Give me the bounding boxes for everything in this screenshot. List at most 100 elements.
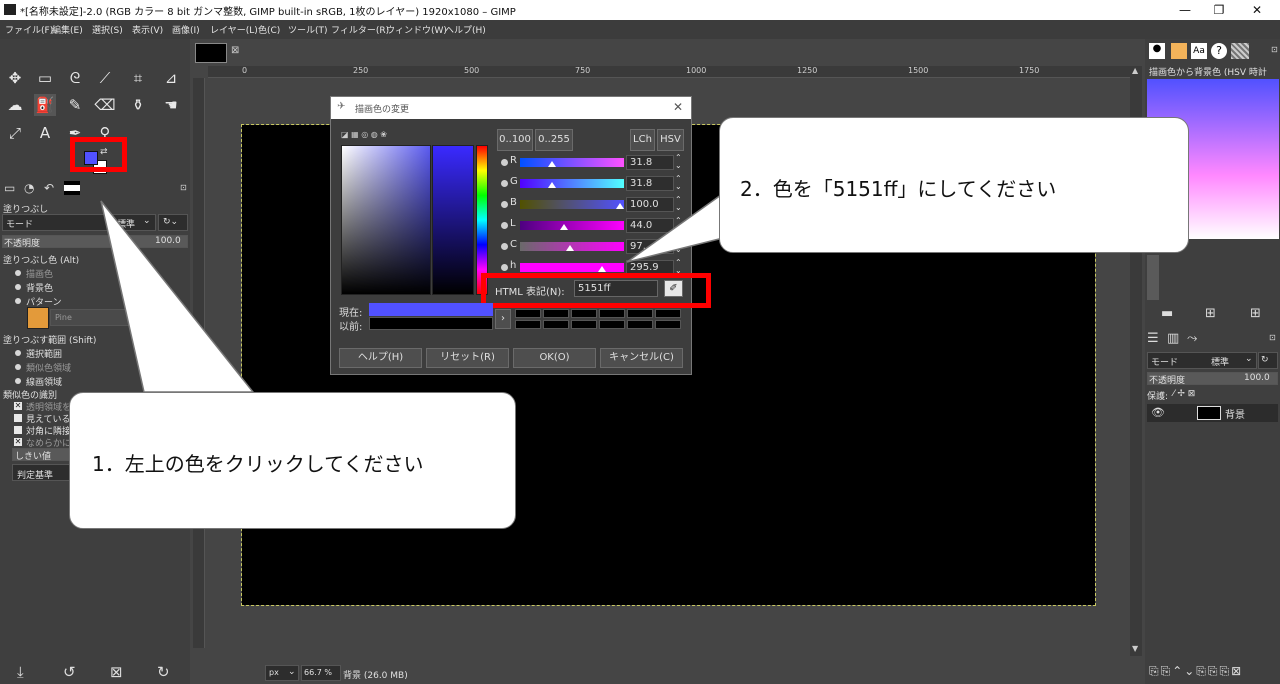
save-options-icon[interactable]: ⤓ — [17, 663, 24, 681]
help-tab-icon[interactable]: ? — [1211, 43, 1227, 59]
history-color-cell[interactable] — [627, 320, 653, 329]
lock-icons[interactable]: ⁄ ✢ ⊠ — [1173, 389, 1195, 399]
history-color-cell[interactable] — [543, 320, 569, 329]
range-0-100-button[interactable]: 0..100 — [497, 129, 533, 151]
slider-lightness-radio[interactable] — [501, 222, 508, 229]
images-tab-icon[interactable] — [64, 181, 80, 195]
range-0-255-button[interactable]: 0..255 — [535, 129, 573, 151]
device-status-tab-icon[interactable]: ◔ — [24, 181, 34, 195]
maximize-button[interactable]: ❐ — [1200, 0, 1238, 20]
tool-options-tab-icon[interactable]: ▭ — [4, 181, 15, 195]
radio-fill-bg[interactable] — [15, 284, 21, 290]
radio-fill-pattern[interactable] — [15, 298, 21, 304]
hsv-button[interactable]: HSV — [657, 129, 684, 151]
history-color-cell[interactable] — [515, 320, 541, 329]
slider-red-handle[interactable] — [548, 161, 556, 167]
lch-button[interactable]: LCh — [630, 129, 655, 151]
slider-red-radio[interactable] — [501, 159, 508, 166]
undo-history-tab-icon[interactable]: ↶ — [44, 181, 54, 195]
eye-icon[interactable]: 👁 — [1151, 406, 1165, 419]
layer-mode-reset-button[interactable]: ↻ — [1258, 352, 1278, 369]
slider-chroma-handle[interactable] — [566, 245, 574, 251]
add-to-history-button[interactable]: › — [495, 309, 511, 329]
gradient-scrollbar[interactable] — [1147, 255, 1159, 300]
paths-tool-icon[interactable]: ⤢ — [4, 122, 26, 144]
menu-help[interactable]: ヘルプ(H) — [445, 23, 486, 36]
menu-tools[interactable]: ツール(T) — [288, 23, 328, 36]
layer-row-background[interactable]: 👁 背景 — [1147, 404, 1278, 422]
reset-button[interactable]: リセット(R) — [426, 348, 509, 368]
slider-blue-radio[interactable] — [501, 201, 508, 208]
history-color-cell[interactable] — [599, 320, 625, 329]
slider-lightness-handle[interactable] — [560, 224, 568, 230]
eraser-tool-icon[interactable]: ⌫ — [94, 94, 116, 116]
checkbox-diagonal[interactable] — [14, 426, 22, 434]
restore-options-icon[interactable]: ↺ — [63, 663, 76, 681]
menu-windows[interactable]: ウィンドウ(W) — [386, 23, 447, 36]
pattern-preview[interactable] — [27, 307, 49, 329]
minimize-button[interactable]: — — [1166, 0, 1204, 20]
history-color-cell[interactable] — [543, 309, 569, 318]
dialog-close-icon[interactable]: ✕ — [673, 100, 683, 114]
image-tab-thumbnail[interactable] — [195, 43, 227, 63]
slider-green-radio[interactable] — [501, 180, 508, 187]
menu-filters[interactable]: フィルター(R) — [331, 23, 389, 36]
cancel-button[interactable]: キャンセル(C) — [600, 348, 683, 368]
layer-actions-icons[interactable]: ⎘⎘⌃⌄⎘⎘⎘⊠ — [1149, 664, 1243, 679]
history-color-cell[interactable] — [655, 309, 681, 318]
color-preview-strip[interactable] — [432, 145, 474, 295]
ok-button[interactable]: OK(O) — [513, 348, 596, 368]
menu-view[interactable]: 表示(V) — [132, 23, 163, 36]
free-select-tool-icon[interactable]: ᘓ — [64, 67, 86, 89]
layer-opacity-slider[interactable]: 不透明度 100.0 — [1147, 372, 1278, 386]
radio-area-line[interactable] — [15, 378, 21, 384]
text-tool-icon[interactable]: A — [34, 122, 56, 144]
dock-menu-icon[interactable]: ⊡ — [1269, 333, 1276, 342]
smudge-tool-icon[interactable]: ☚ — [160, 94, 182, 116]
rect-select-tool-icon[interactable]: ▭ — [34, 67, 56, 89]
fonts-tab-icon[interactable]: Aa — [1191, 43, 1207, 59]
history-color-cell[interactable] — [655, 320, 681, 329]
fuzzy-select-tool-icon[interactable]: ⟋ — [94, 67, 116, 89]
slider-hue-radio[interactable] — [501, 264, 508, 271]
radio-area-selection[interactable] — [15, 350, 21, 356]
radio-fill-fg[interactable] — [15, 270, 21, 276]
transform-tool-icon[interactable]: ⊿ — [160, 67, 182, 89]
slider-chroma-radio[interactable] — [501, 243, 508, 250]
history-color-cell[interactable] — [571, 309, 597, 318]
reset-options-icon[interactable]: ↻ — [157, 663, 170, 681]
layer-mode-select[interactable]: モード 標準 ⌄ — [1147, 352, 1257, 369]
checkbox-transparent[interactable]: ✕ — [14, 402, 22, 410]
delete-options-icon[interactable]: ⊠ — [110, 663, 123, 681]
history-color-cell[interactable] — [599, 309, 625, 318]
close-window-button[interactable]: ✕ — [1238, 0, 1276, 20]
menu-select[interactable]: 選択(S) — [92, 23, 123, 36]
menu-layer[interactable]: レイヤー(L) — [210, 23, 258, 36]
checkbox-visible[interactable] — [14, 414, 22, 422]
menu-color[interactable]: 色(C) — [258, 23, 280, 36]
paintbrush-tool-icon[interactable]: ✎ — [64, 94, 86, 116]
slider-green-handle[interactable] — [548, 182, 556, 188]
delete-gradient-icon[interactable]: ▬ — [1161, 306, 1173, 321]
channels-tab-icon[interactable]: ▥ — [1167, 331, 1179, 346]
menu-image[interactable]: 画像(I) — [172, 23, 200, 36]
menu-file[interactable]: ファイル(F) — [5, 23, 53, 36]
edit-gradient-icon[interactable]: ⊞ — [1250, 306, 1261, 321]
color-selector-tabs[interactable]: ◪ ▦ ◎ ◍ ❀ — [341, 130, 401, 142]
paths-tab-icon[interactable]: ⤳ — [1187, 331, 1197, 346]
history-color-cell[interactable] — [515, 309, 541, 318]
bucket-fill-tool-icon[interactable]: ⛽ — [34, 94, 56, 116]
layers-tab-icon[interactable]: ☰ — [1147, 331, 1159, 346]
history-color-cell[interactable] — [627, 309, 653, 318]
dock-menu-icon[interactable]: ⊡ — [1271, 45, 1278, 54]
scroll-down-icon[interactable]: ▼ — [1132, 644, 1138, 653]
unit-select[interactable]: px ⌄ — [265, 665, 299, 681]
warp-tool-icon[interactable]: ☁ — [4, 94, 26, 116]
image-tab-close-icon[interactable]: ⊠ — [231, 45, 239, 56]
gradients-tab-icon[interactable] — [1231, 43, 1249, 59]
brushes-tab-icon[interactable]: ● — [1149, 43, 1165, 59]
clone-tool-icon[interactable]: ⚱ — [127, 94, 149, 116]
menu-edit[interactable]: 編集(E) — [52, 23, 83, 36]
history-color-cell[interactable] — [571, 320, 597, 329]
zoom-select[interactable]: 66.7 % — [301, 665, 341, 681]
